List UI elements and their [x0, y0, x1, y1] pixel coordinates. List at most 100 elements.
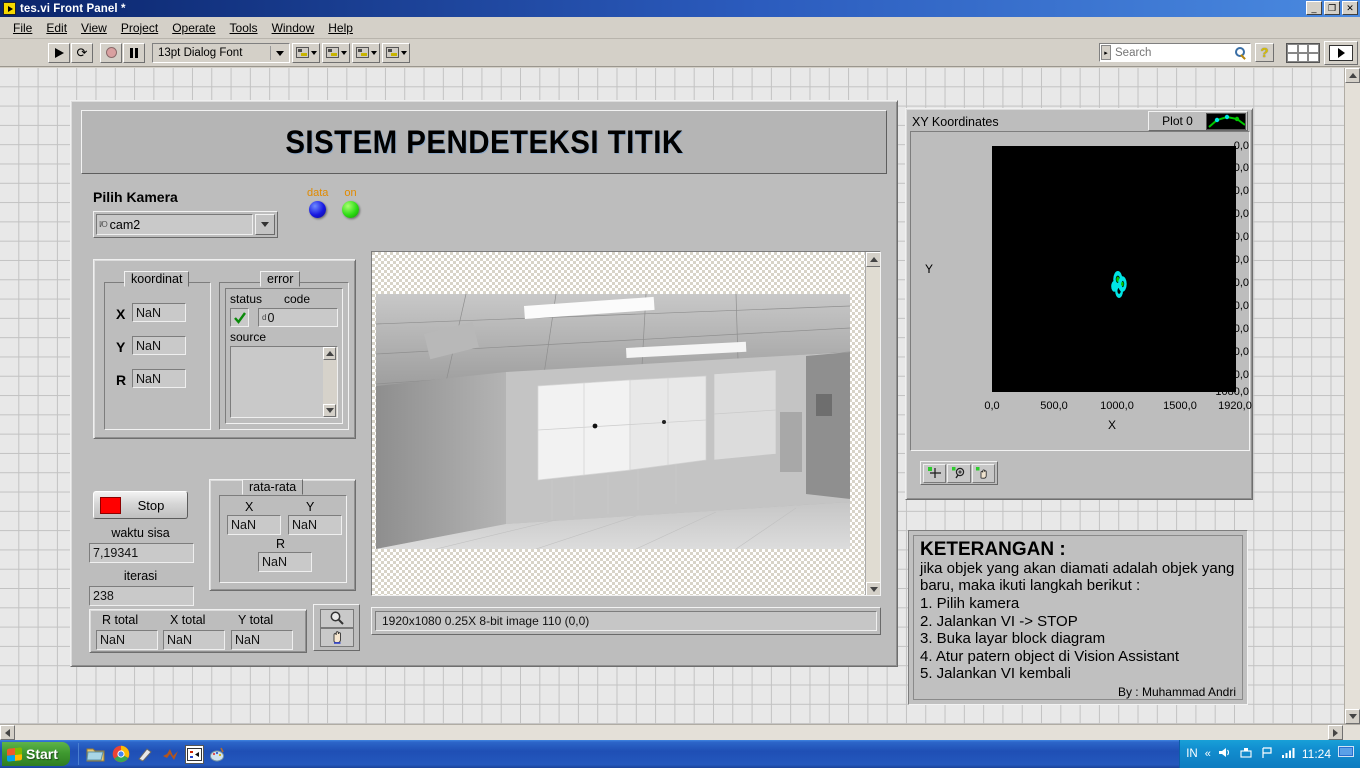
main-panel: SISTEM PENDETEKSI TITIK Pilih Kamera I/O…	[70, 100, 898, 667]
zoom-tool-icon[interactable]	[947, 463, 971, 483]
led-on-label: on	[344, 187, 357, 199]
menu-help[interactable]: Help	[321, 19, 360, 37]
page-title-text: SISTEM PENDETEKSI TITIK	[284, 123, 684, 160]
x-total-value: NaN	[163, 630, 225, 650]
chrome-icon[interactable]	[110, 743, 132, 765]
rata-rata-r-label: R	[276, 537, 286, 551]
menu-file[interactable]: File	[6, 19, 39, 37]
menu-edit[interactable]: Edit	[39, 19, 74, 37]
abort-execution-icon[interactable]	[100, 42, 122, 63]
signal-icon[interactable]	[1281, 746, 1295, 762]
canvas-scroll-right-icon[interactable]	[1328, 725, 1343, 740]
xy-graph-title: XY Koordinates	[912, 115, 999, 129]
minimize-button[interactable]: _	[1306, 1, 1322, 15]
distribute-objects-icon[interactable]	[322, 42, 350, 63]
close-button[interactable]: ✕	[1342, 1, 1358, 15]
plot-legend-swatch[interactable]	[1206, 112, 1246, 130]
rata-rata-y-value: NaN	[288, 515, 342, 535]
menu-operate[interactable]: Operate	[165, 19, 222, 37]
plot-legend-label: Plot 0	[1162, 114, 1193, 128]
hand-icon[interactable]	[319, 627, 354, 647]
y-tick-0: 0,0	[1233, 140, 1249, 152]
camera-select-combo[interactable]: I/O cam2	[93, 211, 278, 238]
iterasi-value: 238	[89, 586, 194, 606]
x-tick-4: 1920,0	[1218, 400, 1252, 412]
pan-tool-icon[interactable]	[971, 463, 995, 483]
error-source-scroll-down-icon[interactable]	[323, 404, 336, 417]
menu-view[interactable]: View	[74, 19, 114, 37]
network-flag-icon[interactable]	[1260, 746, 1274, 762]
system-tray: IN « 11:24	[1179, 740, 1360, 768]
menu-window[interactable]: Window	[265, 19, 322, 37]
y-total-label: Y total	[238, 613, 274, 627]
reorder-icon[interactable]	[382, 42, 410, 63]
x-tick-0: 0,0	[984, 400, 1000, 412]
font-selector[interactable]: 13pt Dialog Font	[152, 42, 290, 63]
error-code-label: code	[284, 292, 311, 306]
menu-tools[interactable]: Tools	[223, 19, 265, 37]
canvas-scroll-down-icon[interactable]	[1345, 709, 1360, 724]
search-field[interactable]	[1112, 46, 1212, 59]
y-tick-6: 600,0	[1221, 277, 1249, 289]
menu-view-label: View	[81, 20, 107, 35]
rata-rata-tab-label: rata-rata	[242, 479, 304, 495]
stop-led-icon	[100, 496, 121, 514]
align-objects-icon[interactable]	[292, 42, 320, 63]
resize-objects-icon[interactable]	[352, 42, 380, 63]
menu-project-label: Project	[120, 20, 159, 35]
start-button-label: Start	[26, 746, 58, 762]
window-titlebar: tes.vi Front Panel * _ ❐ ✕	[0, 0, 1360, 17]
error-source-scrollbar[interactable]	[323, 347, 337, 417]
canvas-horizontal-scrollbar[interactable]	[0, 724, 1360, 740]
camera-image-display[interactable]	[371, 251, 881, 596]
search-handle-icon[interactable]: ▸	[1101, 45, 1111, 60]
volume-icon[interactable]	[1218, 746, 1232, 762]
error-source-value[interactable]	[230, 346, 338, 418]
image-vertical-scrollbar[interactable]	[865, 252, 880, 595]
error-source-scroll-up-icon[interactable]	[323, 347, 336, 360]
canvas-vertical-scrollbar[interactable]	[1344, 68, 1360, 724]
image-scroll-down-icon[interactable]	[866, 582, 880, 595]
tray-language-label[interactable]: IN	[1186, 748, 1198, 760]
keterangan-panel: KETERANGAN : jika objek yang akan diamat…	[908, 530, 1248, 705]
x-tick-2: 1000,0	[1100, 400, 1134, 412]
toolbar: ⟳ 13pt Dialog Font ▸ ?	[0, 39, 1360, 67]
canvas-scroll-up-icon[interactable]	[1345, 68, 1360, 83]
waktu-sisa-value: 7,19341	[89, 543, 194, 563]
paint-icon[interactable]	[135, 743, 157, 765]
labview-icon[interactable]	[184, 744, 204, 764]
matlab-icon[interactable]	[160, 743, 182, 765]
checkmark-icon	[233, 311, 246, 324]
keterangan-line-2: 1. Pilih kamera	[920, 595, 1020, 613]
keterangan-heading: KETERANGAN :	[920, 539, 1066, 560]
menu-help-label: Help	[328, 20, 353, 35]
plot-legend[interactable]: Plot 0	[1148, 111, 1248, 131]
search-input[interactable]: ▸	[1099, 43, 1251, 62]
xy-graph-body: 0,0 100,0 200,0 300,0 400,0 500,0 600,0 …	[910, 131, 1252, 451]
cursor-tool-icon[interactable]	[923, 463, 947, 483]
run-arrow-icon[interactable]	[48, 42, 70, 63]
camera-select-field[interactable]: I/O cam2	[96, 214, 253, 235]
help-button[interactable]: ?	[1255, 43, 1274, 62]
safely-remove-icon[interactable]	[1239, 746, 1253, 762]
stop-button[interactable]: Stop	[93, 491, 188, 519]
canvas-scroll-left-icon[interactable]	[0, 725, 15, 740]
run-continuously-icon[interactable]: ⟳	[71, 42, 93, 63]
explorer-icon[interactable]	[85, 743, 107, 765]
menu-project[interactable]: Project	[114, 19, 165, 37]
show-hidden-icon[interactable]: «	[1205, 748, 1211, 760]
start-button[interactable]: Start	[2, 742, 70, 766]
pause-icon[interactable]	[123, 42, 145, 63]
magnifier-icon[interactable]	[319, 608, 354, 628]
r-total-label: R total	[102, 613, 139, 627]
tray-clock[interactable]: 11:24	[1302, 747, 1331, 761]
camera-select-chevron-down-icon[interactable]	[255, 214, 275, 235]
error-code-value: d0	[258, 308, 338, 327]
restore-button[interactable]: ❐	[1324, 1, 1340, 15]
vi-context-icon[interactable]	[1324, 41, 1358, 65]
desktop-icon[interactable]	[1338, 746, 1354, 762]
palette-icon[interactable]	[207, 743, 229, 765]
koordinat-x-label: X	[116, 306, 126, 322]
window-layout-icon[interactable]	[1286, 43, 1320, 63]
image-scroll-up-icon[interactable]	[866, 252, 880, 267]
